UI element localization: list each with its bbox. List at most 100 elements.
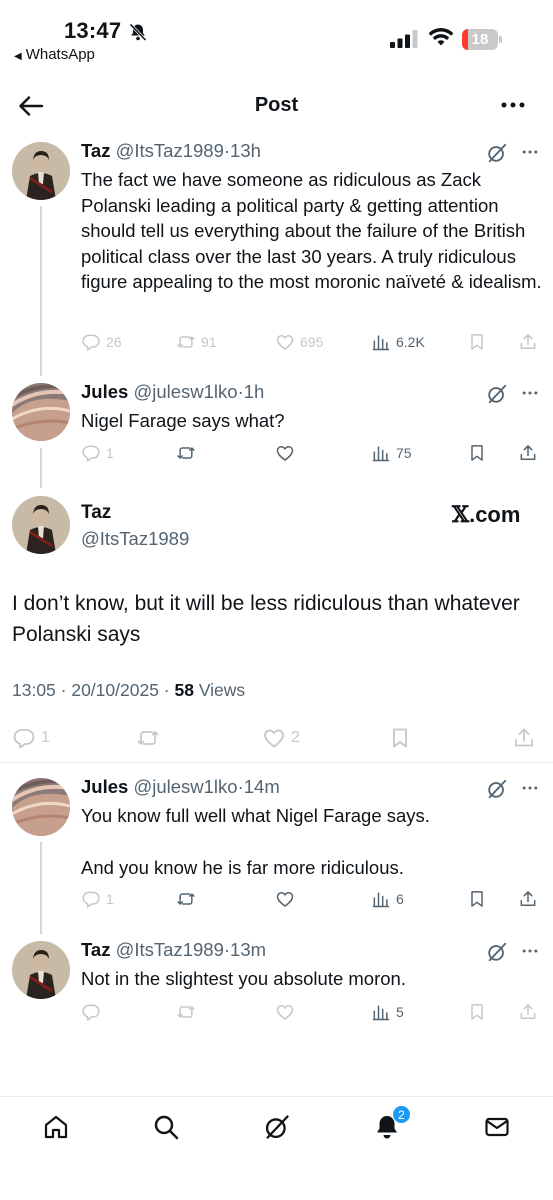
views-button[interactable]: 5 bbox=[371, 1000, 404, 1024]
tweet-text: You know full well what Nigel Farage say… bbox=[81, 803, 546, 880]
like-button[interactable] bbox=[275, 887, 295, 911]
wifi-icon bbox=[428, 28, 454, 46]
author-name[interactable]: Taz bbox=[81, 140, 110, 161]
tweet-actions-right: 6.2K bbox=[81, 330, 541, 354]
bookmark-button[interactable] bbox=[467, 887, 487, 911]
reply-tweet[interactable]: Taz @ItsTaz1989·13h The fact we have som… bbox=[0, 140, 553, 360]
share-icon bbox=[518, 332, 538, 352]
tweet-time[interactable]: 13h bbox=[230, 140, 261, 161]
author-handle[interactable]: @ItsTaz1989 bbox=[116, 939, 224, 960]
author-handle[interactable]: @ItsTaz1989 bbox=[81, 528, 189, 550]
share-button[interactable] bbox=[518, 441, 538, 465]
bell-slash-icon bbox=[129, 23, 147, 42]
bookmark-button[interactable] bbox=[467, 441, 487, 465]
like-button[interactable] bbox=[275, 1000, 295, 1024]
author-handle[interactable]: @julesw1lko bbox=[133, 381, 237, 402]
divider bbox=[0, 762, 553, 763]
share-button[interactable] bbox=[518, 330, 538, 354]
avatar[interactable] bbox=[12, 941, 70, 999]
nav-grok[interactable] bbox=[263, 1113, 291, 1141]
bookmark-button[interactable] bbox=[388, 726, 412, 750]
nav-messages[interactable] bbox=[483, 1113, 511, 1141]
author-name[interactable]: Taz bbox=[81, 939, 110, 960]
messages-icon bbox=[485, 1117, 509, 1137]
like-button[interactable] bbox=[275, 441, 295, 465]
tweet-actions: 5 bbox=[81, 1000, 541, 1024]
main-tweet: Taz @ItsTaz1989 𝕏.com I don’t know, but … bbox=[0, 490, 553, 762]
tweet-time[interactable]: 1h bbox=[244, 381, 265, 402]
views-icon bbox=[371, 332, 391, 352]
nav-search[interactable] bbox=[152, 1113, 180, 1141]
bookmark-button[interactable] bbox=[467, 1000, 487, 1024]
avatar[interactable] bbox=[12, 142, 70, 200]
avatar[interactable] bbox=[12, 778, 70, 836]
bookmark-button[interactable] bbox=[467, 330, 487, 354]
main-tweet-actions: 1 2 bbox=[12, 726, 542, 752]
grok-icon[interactable] bbox=[486, 941, 508, 963]
avatar[interactable] bbox=[12, 383, 70, 441]
bottom-nav: 2 bbox=[0, 1096, 553, 1200]
repost-button[interactable] bbox=[176, 441, 196, 465]
share-button[interactable] bbox=[518, 887, 538, 911]
repost-button[interactable] bbox=[176, 1000, 196, 1024]
share-icon bbox=[512, 726, 536, 750]
more-icon[interactable] bbox=[520, 778, 540, 798]
share-button[interactable] bbox=[518, 1000, 538, 1024]
reply-tweet[interactable]: Jules @julesw1lko·14m You know full well… bbox=[0, 776, 553, 916]
bookmark-icon bbox=[467, 332, 487, 352]
bookmark-icon bbox=[467, 889, 487, 909]
reply-count: 1 bbox=[106, 445, 114, 461]
more-icon[interactable] bbox=[500, 94, 526, 116]
views-button[interactable]: 6 bbox=[371, 887, 404, 911]
views-count: 6.2K bbox=[396, 334, 425, 350]
tweet-paragraph: The fact we have someone as ridiculous a… bbox=[81, 169, 542, 292]
tweet-header: Jules @julesw1lko·1h bbox=[81, 381, 265, 402]
like-icon bbox=[262, 726, 286, 750]
reply-button[interactable] bbox=[81, 1000, 101, 1024]
reply-button[interactable]: 1 bbox=[81, 441, 114, 465]
more-icon[interactable] bbox=[520, 941, 540, 961]
like-button[interactable]: 2 bbox=[262, 726, 300, 750]
tweet-actions: 1 6 bbox=[81, 887, 541, 911]
share-button[interactable] bbox=[512, 726, 536, 750]
timestamp: 13:05 · 20/10/2025 · bbox=[12, 680, 175, 700]
reply-button[interactable]: 1 bbox=[12, 726, 50, 750]
author-handle[interactable]: @ItsTaz1989 bbox=[116, 140, 224, 161]
views-button[interactable]: 75 bbox=[371, 441, 412, 465]
avatar[interactable] bbox=[12, 496, 70, 554]
repost-button[interactable] bbox=[176, 887, 196, 911]
tweet-time[interactable]: 13m bbox=[230, 939, 266, 960]
nav-home[interactable] bbox=[42, 1113, 70, 1141]
views-count: 6 bbox=[396, 891, 404, 907]
grok-icon[interactable] bbox=[486, 142, 508, 164]
author-name[interactable]: Jules bbox=[81, 381, 128, 402]
author-name[interactable]: Jules bbox=[81, 776, 128, 797]
like-count: 2 bbox=[291, 729, 300, 746]
reply-icon bbox=[81, 889, 101, 909]
grok-icon bbox=[263, 1113, 291, 1141]
views-count: 5 bbox=[396, 1004, 404, 1020]
views-button[interactable]: 6.2K bbox=[371, 330, 425, 354]
like-icon bbox=[275, 889, 295, 909]
post-header: Post bbox=[0, 80, 553, 130]
signal-icon bbox=[390, 30, 418, 48]
tweet-text: Nigel Farage says what? bbox=[81, 408, 546, 434]
grok-icon[interactable] bbox=[486, 778, 508, 800]
tweet-header: Taz @ItsTaz1989·13m bbox=[81, 939, 267, 960]
reply-button[interactable]: 1 bbox=[81, 887, 114, 911]
reply-tweet[interactable]: Taz @ItsTaz1989·13m Not in the slightest… bbox=[0, 939, 553, 1029]
main-tweet-meta: 13:05 · 20/10/2025 · 58 Views bbox=[12, 680, 245, 701]
bookmark-icon bbox=[388, 726, 412, 750]
author-name[interactable]: Taz bbox=[81, 502, 111, 524]
battery-icon: 18 bbox=[462, 29, 502, 50]
grok-icon[interactable] bbox=[486, 383, 508, 405]
views-count: 75 bbox=[396, 445, 412, 461]
tweet-header: Taz @ItsTaz1989·13h bbox=[81, 140, 261, 161]
back-to-app-link[interactable]: ◀ WhatsApp bbox=[14, 46, 95, 63]
tweet-time[interactable]: 14m bbox=[244, 776, 280, 797]
reply-tweet[interactable]: Jules @julesw1lko·1h Nigel Farage says w… bbox=[0, 381, 553, 471]
more-icon[interactable] bbox=[520, 142, 540, 162]
repost-button[interactable] bbox=[136, 726, 160, 750]
more-icon[interactable] bbox=[520, 383, 540, 403]
author-handle[interactable]: @julesw1lko bbox=[133, 776, 237, 797]
